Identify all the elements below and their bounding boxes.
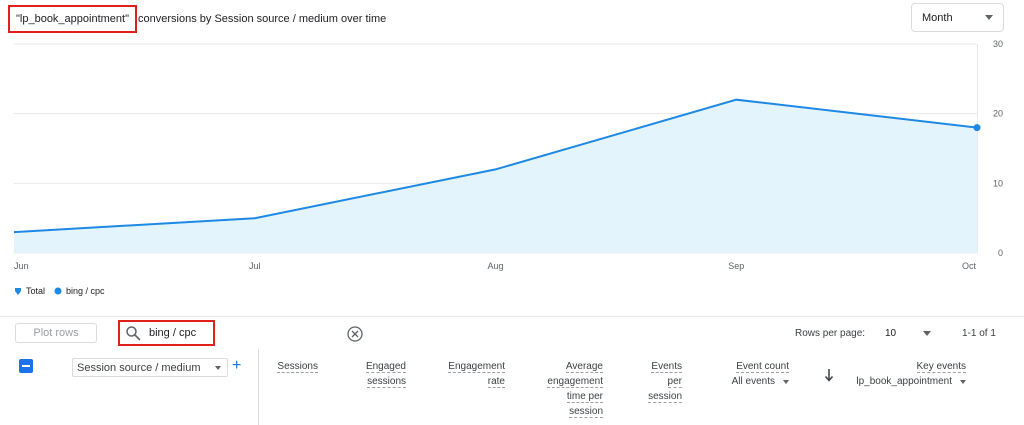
column-header-text: time per — [566, 391, 603, 403]
legend-label: Total — [26, 286, 46, 296]
y-tick-label: 10 — [993, 178, 1003, 188]
x-tick-label: Sep — [728, 261, 744, 271]
column-header-text: Event count — [736, 361, 789, 373]
column-header-text: Key events — [916, 361, 966, 373]
column-header-engagement-rate[interactable]: Engagement rate — [448, 359, 505, 389]
select-all-checkbox[interactable] — [19, 359, 33, 373]
column-header-text: Engaged — [365, 361, 406, 373]
column-divider — [258, 349, 259, 425]
pin-icon — [15, 287, 21, 295]
x-tick-label: Aug — [487, 261, 503, 271]
x-tick-label: Oct — [962, 261, 977, 271]
period-dropdown[interactable]: Month — [911, 3, 1004, 32]
sort-descending-icon[interactable] — [824, 368, 834, 382]
chevron-down-icon — [960, 379, 966, 384]
search-icon — [126, 326, 141, 341]
y-tick-label: 0 — [998, 248, 1003, 258]
search-input[interactable] — [149, 327, 209, 339]
dot-icon — [54, 287, 62, 295]
plot-rows-button[interactable]: Plot rows — [15, 323, 97, 343]
key-event-filter-dropdown[interactable]: lp_book_appointment — [856, 374, 966, 389]
chevron-down-icon — [215, 365, 221, 370]
pagination-status: 1-1 of 1 — [962, 328, 996, 339]
rows-per-page-label: Rows per page: — [795, 328, 866, 339]
column-header-key-events[interactable]: Key events lp_book_appointment — [856, 359, 966, 389]
column-header-events-per-session[interactable]: Events per session — [648, 359, 682, 404]
title-text: conversions by Session source / medium o… — [138, 13, 387, 25]
chevron-down-icon — [985, 15, 993, 20]
line-chart: 0 10 20 30 Jun Jul Aug Sep Oct — [13, 39, 1003, 271]
column-header-sessions[interactable]: Sessions — [277, 359, 318, 374]
rows-per-page-value: 10 — [885, 327, 897, 339]
legend-item-total[interactable]: Total — [14, 286, 45, 296]
area-fill — [14, 99, 977, 253]
chart-title: "lp_book_appointment" conversions by Ses… — [8, 5, 386, 33]
divider — [0, 316, 1024, 317]
chart-legend: Total bing / cpc — [14, 286, 114, 296]
legend-label: bing / cpc — [66, 286, 105, 296]
event-filter-dropdown[interactable]: All events — [732, 374, 789, 389]
dimension-dropdown[interactable]: Session source / medium — [72, 358, 228, 377]
x-tick-label: Jul — [249, 261, 261, 271]
data-point[interactable] — [973, 124, 981, 132]
search-box[interactable] — [118, 320, 215, 346]
chevron-down-icon — [923, 330, 931, 336]
column-header-text: Events — [651, 361, 682, 373]
dimension-value: Session source / medium — [77, 361, 201, 374]
column-header-average-engagement-time[interactable]: Average engagement time per session — [547, 359, 603, 419]
period-value: Month — [922, 11, 953, 24]
title-metric-highlight: "lp_book_appointment" — [8, 5, 138, 33]
event-filter-value: All events — [731, 376, 775, 387]
chevron-down-icon — [783, 379, 789, 384]
column-header-text: Engagement — [448, 361, 505, 373]
column-header-text: engagement — [547, 376, 603, 388]
column-header-text: sessions — [367, 376, 406, 388]
x-tick-label: Jun — [14, 261, 29, 271]
y-tick-label: 30 — [993, 39, 1003, 49]
column-header-text: Sessions — [277, 361, 318, 373]
column-header-text: session — [648, 391, 682, 403]
rows-per-page-dropdown[interactable]: 10 — [885, 323, 931, 343]
column-header-text: session — [569, 406, 603, 418]
y-tick-label: 20 — [993, 109, 1003, 119]
column-header-text: per — [667, 376, 682, 388]
column-header-engaged-sessions[interactable]: Engaged sessions — [365, 359, 406, 389]
column-header-event-count[interactable]: Event count All events — [732, 359, 789, 389]
legend-item-bing-cpc[interactable]: bing / cpc — [54, 286, 105, 296]
key-event-filter-value: lp_book_appointment — [856, 376, 952, 387]
column-header-text: Average — [565, 361, 603, 373]
column-header-text: rate — [487, 376, 505, 388]
clear-search-icon[interactable] — [347, 326, 363, 342]
add-dimension-button[interactable]: + — [232, 357, 241, 375]
